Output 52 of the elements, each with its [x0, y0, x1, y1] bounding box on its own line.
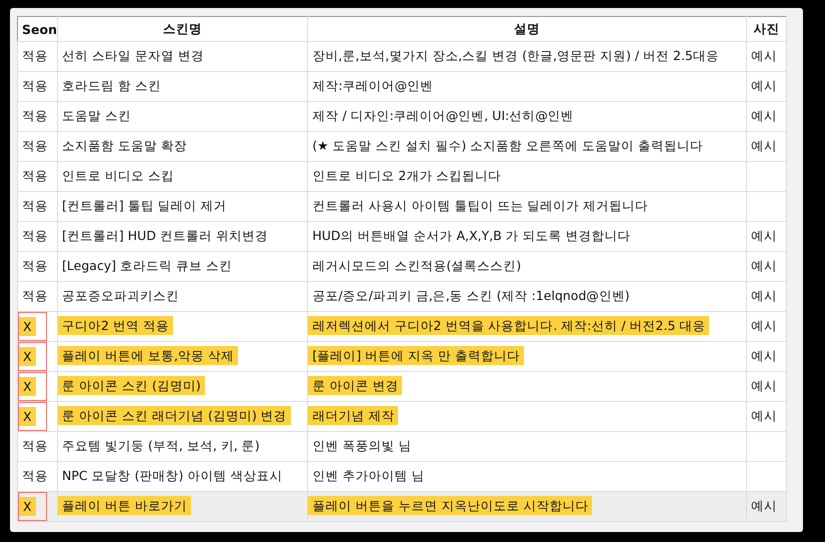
skin-name: [컨트롤러] 툴팁 딜레이 제거 [62, 198, 227, 213]
skin-name: 룬 아이콘 스킨 래더기념 (김명미) 변경 [58, 406, 291, 425]
skin-name: 구디아2 번역 적용 [58, 316, 173, 335]
status-text: 적용 [22, 258, 48, 273]
skin-name: 주요템 빛기둥 (부적, 보석, 키, 룬) [62, 438, 260, 453]
column-header: 스킨명 [58, 16, 308, 42]
description-text: 공포/증오/파괴키 금,은,동 스킨 (제작 :1elqnod@인벤) [312, 288, 630, 303]
description-text: 장비,룬,보석,몇가지 장소,스킬 변경 (한글,영문판 지원) / 버전 2.5대응 [312, 48, 719, 63]
status-text: X [19, 407, 36, 426]
skin-name: [Legacy] 호라드릭 큐브 스킨 [62, 258, 232, 273]
description-text: [플레이] 버튼에 지옥 만 출력합니다 [308, 346, 524, 365]
description-text: (★ 도움말 스킨 설치 필수) 소지품함 오른쪽에 도움말이 출력됩니다 [312, 138, 704, 153]
description-text: 래더기념 제작 [308, 406, 398, 425]
skin-name: 도움말 스킨 [62, 108, 132, 123]
status-text: X [19, 347, 36, 366]
description-text: 룬 아이콘 변경 [308, 376, 402, 395]
description-text: 인트로 비디오 2개가 스킵됩니다 [312, 168, 502, 183]
status-text: X [19, 377, 36, 396]
status-text: 적용 [22, 168, 48, 183]
status-text: X [19, 317, 36, 336]
description-text: 인벤 추가아이템 님 [312, 468, 424, 483]
column-header: 설명 [308, 16, 746, 42]
skin-name: NPC 모달창 (판매창) 아이템 색상표시 [62, 468, 282, 483]
column-header: 사진 [746, 16, 786, 42]
column-header: Seon [18, 16, 58, 42]
status-text: 적용 [22, 108, 48, 123]
status-text: X [19, 497, 36, 516]
status-text: 적용 [22, 288, 48, 303]
skin-name: 호라드림 함 스킨 [62, 78, 161, 93]
status-text: 적용 [22, 468, 48, 483]
status-text: 적용 [22, 228, 48, 243]
description-text: 제작 / 디자인:쿠레이어@인벤, UI:선히@인벤 [312, 108, 574, 123]
description-text: 제작:쿠레이어@인벤 [312, 78, 434, 93]
skin-name: 소지품함 도움말 확장 [62, 138, 187, 153]
description-text: 인벤 폭풍의빛 님 [312, 438, 412, 453]
description-text: 레저렉션에서 구디아2 번역을 사용합니다. 제작:선히 / 버전2.5 대응 [308, 316, 710, 335]
skin-name: 룬 아이콘 스킨 (김명미) [58, 376, 205, 395]
status-text: 적용 [22, 198, 48, 213]
description-text: 레거시모드의 스킨적용(셜록스스킨) [312, 258, 522, 273]
skin-name: 플레이 버튼에 보통,악몽 삭제 [58, 346, 238, 365]
status-text: 적용 [22, 438, 48, 453]
description-text: 플레이 버튼을 누르면 지옥난이도로 시작합니다 [308, 496, 592, 515]
skin-name: 선히 스타일 문자열 변경 [62, 48, 204, 63]
skin-name: 공포증오파괴키스킨 [62, 288, 180, 303]
status-text: 적용 [22, 78, 48, 93]
skin-name: [컨트롤러] HUD 컨트롤러 위치변경 [62, 228, 268, 243]
skin-name: 인트로 비디오 스킵 [62, 168, 174, 183]
description-text: 컨트롤러 사용시 아이템 툴팁이 뜨는 딜레이가 제거됩니다 [312, 198, 648, 213]
description-text: HUD의 버튼배열 순서가 A,X,Y,B 가 되도록 변경합니다 [312, 228, 631, 243]
status-text: 적용 [22, 48, 48, 63]
status-text: 적용 [22, 138, 48, 153]
skin-name: 플레이 버튼 바로가기 [58, 496, 191, 515]
